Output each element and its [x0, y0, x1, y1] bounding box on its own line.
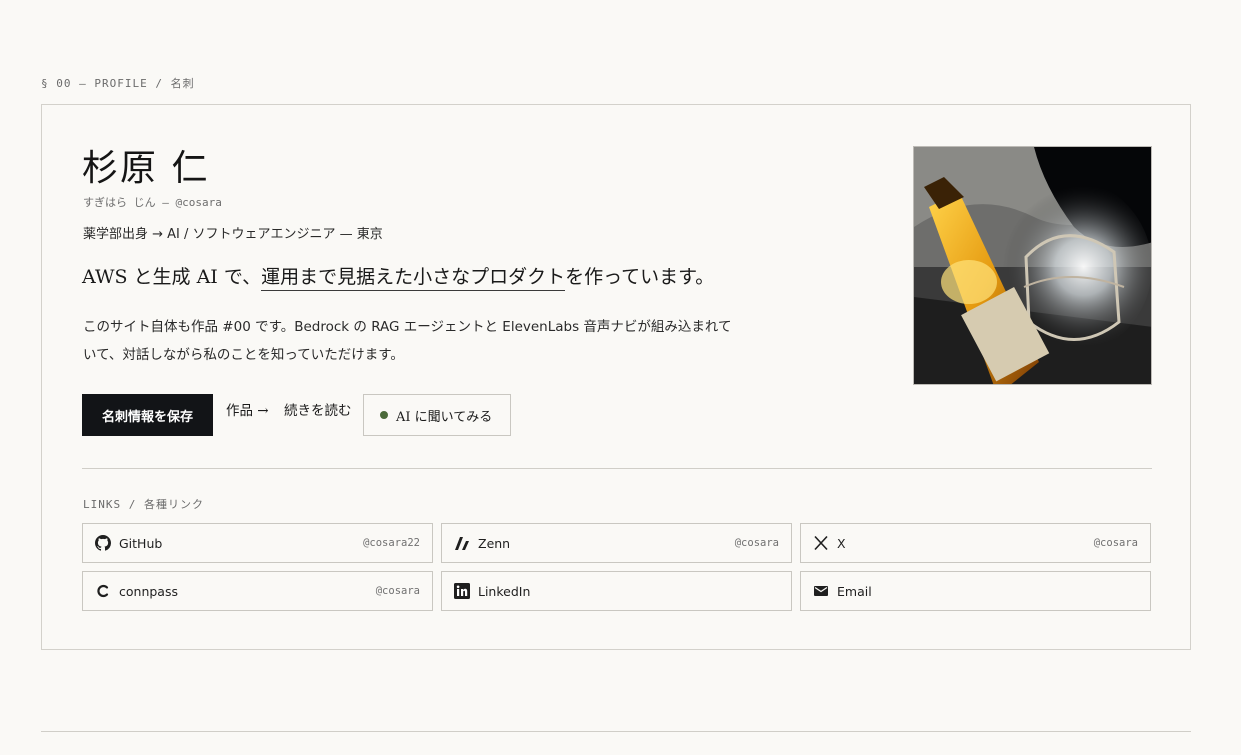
link-github[interactable]: GitHub @cosara22: [82, 523, 433, 563]
connpass-icon: [95, 583, 111, 599]
link-linkedin[interactable]: LinkedIn: [441, 571, 792, 611]
profile-tagline: AWS と生成 AI で、運用まで見据えた小さなプロダクトを作っています。: [82, 262, 715, 291]
link-label: connpass: [119, 583, 178, 599]
link-label: LinkedIn: [478, 583, 531, 599]
link-label: GitHub: [119, 535, 163, 551]
tagline-emphasis: 運用まで見据えた小さなプロダクト: [261, 266, 566, 291]
profile-reading: すぎはら じん — @cosara: [83, 196, 222, 209]
profile-photo: [913, 146, 1152, 385]
link-handle: @cosara: [1093, 537, 1138, 549]
link-handle: @cosara22: [363, 537, 420, 549]
ask-ai-label: AI に聞いてみる: [396, 409, 493, 425]
zenn-icon: [454, 535, 470, 551]
profile-card: 杉原 仁 すぎはら じん — @cosara 薬学部出身 → AI / ソフトウ…: [41, 104, 1191, 650]
link-label: Zenn: [478, 535, 511, 551]
link-zenn[interactable]: Zenn @cosara: [441, 523, 792, 563]
link-label: Email: [837, 583, 872, 599]
save-contact-button[interactable]: 名刺情報を保存: [82, 394, 213, 436]
tagline-pre: AWS と生成 AI で、: [82, 266, 262, 288]
tagline-post: を作っています。: [565, 266, 715, 288]
read-more-link[interactable]: 続きを読む: [284, 394, 352, 430]
bottom-divider: [41, 731, 1191, 732]
link-email[interactable]: Email: [800, 571, 1151, 611]
links-grid: GitHub @cosara22 Zenn @cosara X @cosara …: [82, 523, 1152, 611]
profile-name: 杉原 仁: [82, 148, 210, 189]
section-label: § 00 — PROFILE / 名刺: [41, 77, 195, 90]
photo-image: [914, 147, 1151, 384]
link-connpass[interactable]: connpass @cosara: [82, 571, 433, 611]
link-handle: @cosara: [734, 537, 779, 549]
link-x[interactable]: X @cosara: [800, 523, 1151, 563]
profile-role: 薬学部出身 → AI / ソフトウェアエンジニア — 東京: [83, 227, 383, 242]
ask-ai-button[interactable]: AI に聞いてみる: [363, 394, 511, 436]
mail-icon: [813, 583, 829, 599]
github-icon: [95, 535, 111, 551]
link-handle: @cosara: [375, 585, 420, 597]
section-divider: [82, 468, 1152, 469]
linkedin-icon: [454, 583, 470, 599]
profile-description: このサイト自体も作品 #00 です。Bedrock の RAG エージェントと …: [83, 319, 732, 363]
link-label: X: [837, 535, 846, 551]
works-link[interactable]: 作品 →: [226, 394, 269, 430]
x-icon: [813, 535, 829, 551]
status-dot-icon: [380, 411, 388, 419]
links-label: LINKS / 各種リンク: [83, 498, 204, 511]
